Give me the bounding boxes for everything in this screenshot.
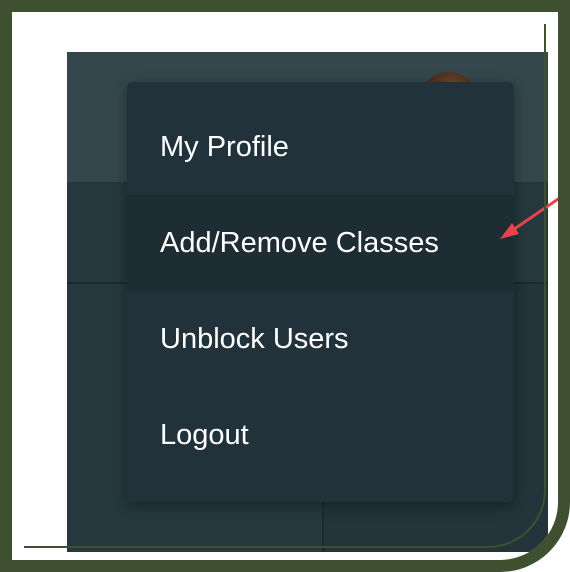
menu-item-label: Logout bbox=[160, 418, 249, 451]
menu-item-my-profile[interactable]: My Profile bbox=[127, 82, 514, 195]
menu-item-label: Add/Remove Classes bbox=[160, 226, 439, 259]
menu-item-unblock-users[interactable]: Unblock Users bbox=[127, 291, 514, 387]
profile-dropdown-menu: My Profile Add/Remove Classes Unblock Us… bbox=[127, 82, 514, 502]
screenshot-frame: My Profile Add/Remove Classes Unblock Us… bbox=[0, 0, 570, 572]
menu-item-label: My Profile bbox=[160, 130, 289, 163]
menu-item-label: Unblock Users bbox=[160, 322, 349, 355]
menu-item-logout[interactable]: Logout bbox=[127, 387, 514, 483]
menu-item-add-remove-classes[interactable]: Add/Remove Classes bbox=[127, 195, 514, 291]
red-arrow-icon bbox=[500, 197, 558, 239]
